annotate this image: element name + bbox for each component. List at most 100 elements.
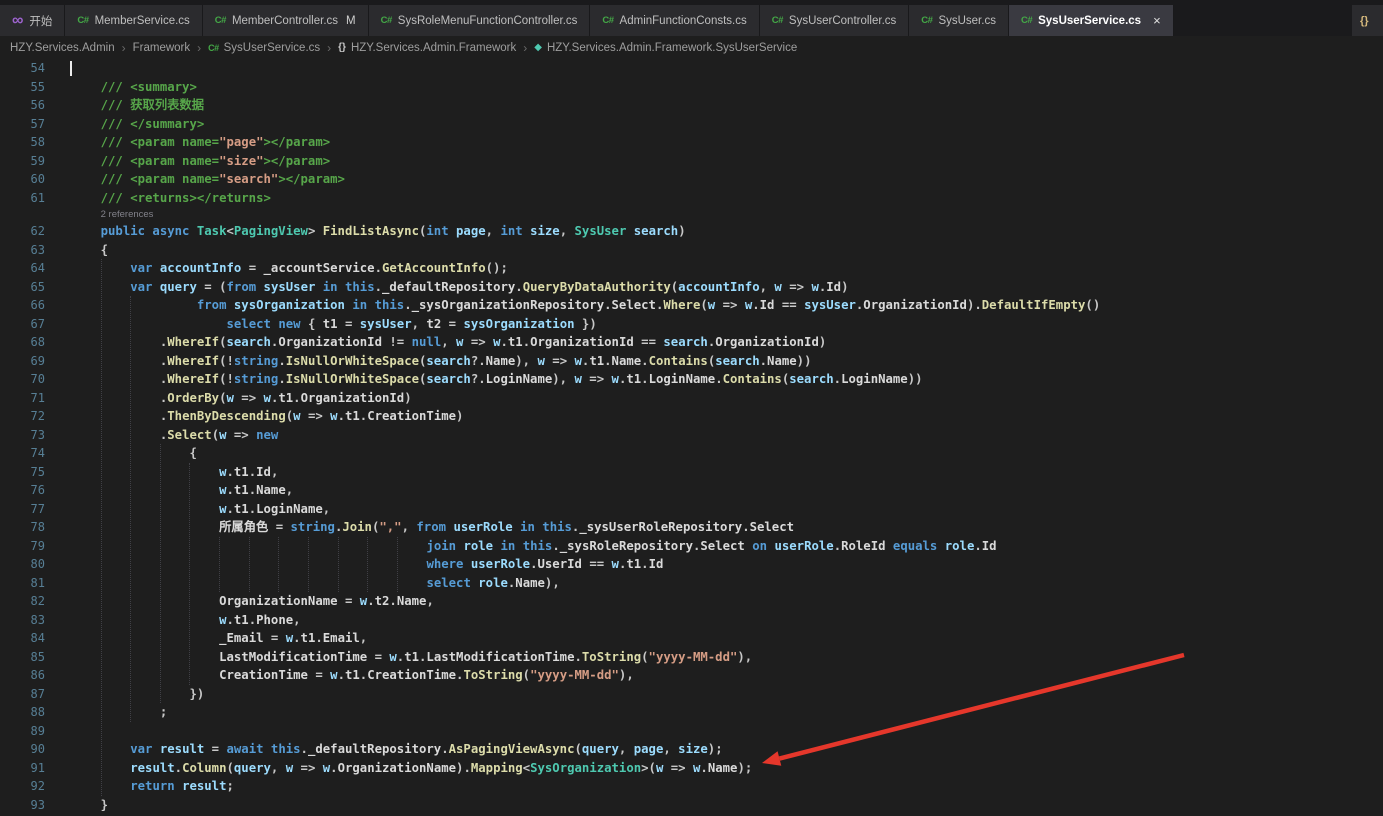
code-line-69[interactable]: .WhereIf(!string.IsNullOrWhiteSpace(sear…	[62, 352, 1383, 371]
line-number[interactable]: 67	[0, 315, 62, 334]
line-number[interactable]: 77	[0, 500, 62, 519]
line-number[interactable]: 88	[0, 703, 62, 722]
code-line-83[interactable]: w.t1.Phone,	[62, 611, 1383, 630]
code-line-68[interactable]: .WhereIf(search.OrganizationId != null, …	[62, 333, 1383, 352]
code-line-63[interactable]: {	[62, 241, 1383, 260]
code-line-56[interactable]: /// 获取列表数据	[62, 96, 1383, 115]
line-number[interactable]: 64	[0, 259, 62, 278]
code-line-74[interactable]: {	[62, 444, 1383, 463]
code-line-79[interactable]: join role in this._sysRoleRepository.Sel…	[62, 537, 1383, 556]
line-number[interactable]: 89	[0, 722, 62, 741]
tab-AdminFunctionConsts.cs[interactable]: C#AdminFunctionConsts.cs	[590, 5, 759, 36]
line-number[interactable]: 79	[0, 537, 62, 556]
tab-SysRoleMenuFunctionController.cs[interactable]: C#SysRoleMenuFunctionController.cs	[369, 5, 591, 36]
line-number-gutter[interactable]: 5455565758596061 626364656667686970717273…	[0, 59, 62, 816]
line-number[interactable]: 86	[0, 666, 62, 685]
code-line-87[interactable]: })	[62, 685, 1383, 704]
code-line-75[interactable]: w.t1.Id,	[62, 463, 1383, 482]
line-number[interactable]: 75	[0, 463, 62, 482]
line-number[interactable]: 59	[0, 152, 62, 171]
line-number[interactable]: 93	[0, 796, 62, 815]
code-line-81[interactable]: select role.Name),	[62, 574, 1383, 593]
line-number[interactable]: 57	[0, 115, 62, 134]
line-number[interactable]: 54	[0, 59, 62, 78]
code-line-66[interactable]: from sysOrganization in this._sysOrganiz…	[62, 296, 1383, 315]
code-line-67[interactable]: select new { t1 = sysUser, t2 = sysOrgan…	[62, 315, 1383, 334]
line-number[interactable]: 81	[0, 574, 62, 593]
code-line-77[interactable]: w.t1.LoginName,	[62, 500, 1383, 519]
line-number[interactable]: 61	[0, 189, 62, 208]
code-line-90[interactable]: var result = await this._defaultReposito…	[62, 740, 1383, 759]
code-line-91[interactable]: result.Column(query, w => w.Organization…	[62, 759, 1383, 778]
code-line-64[interactable]: var accountInfo = _accountService.GetAcc…	[62, 259, 1383, 278]
line-number[interactable]: 91	[0, 759, 62, 778]
line-number[interactable]: 74	[0, 444, 62, 463]
tab-SysUserService.cs[interactable]: C#SysUserService.cs×	[1009, 5, 1174, 36]
tab-MemberController.cs[interactable]: C#MemberController.csM	[203, 5, 369, 36]
line-number[interactable]: 72	[0, 407, 62, 426]
code-token: "page"	[219, 135, 263, 149]
line-number[interactable]: 83	[0, 611, 62, 630]
line-number[interactable]: 66	[0, 296, 62, 315]
line-number[interactable]: 78	[0, 518, 62, 537]
code-line-71[interactable]: .OrderBy(w => w.t1.OrganizationId)	[62, 389, 1383, 408]
code-line-72[interactable]: .ThenByDescending(w => w.t1.CreationTime…	[62, 407, 1383, 426]
code-line-86[interactable]: CreationTime = w.t1.CreationTime.ToStrin…	[62, 666, 1383, 685]
code-line-92[interactable]: return result;	[62, 777, 1383, 796]
line-number[interactable]: 69	[0, 352, 62, 371]
line-number[interactable]: 85	[0, 648, 62, 667]
code-line-61[interactable]: /// <returns></returns>	[62, 189, 1383, 208]
tab-开始[interactable]: ∞开始	[0, 5, 65, 36]
breadcrumb-item[interactable]: C#SysUserService.cs	[208, 42, 320, 54]
code-line-73[interactable]: .Select(w => new	[62, 426, 1383, 445]
code-line-93[interactable]: }	[62, 796, 1383, 815]
line-number[interactable]: 84	[0, 629, 62, 648]
code-line-59[interactable]: /// <param name="size"></param>	[62, 152, 1383, 171]
code-line-85[interactable]: LastModificationTime = w.t1.LastModifica…	[62, 648, 1383, 667]
code-pane[interactable]: /// <summary>/// 获取列表数据/// </summary>///…	[62, 59, 1383, 816]
code-editor[interactable]: 5455565758596061 626364656667686970717273…	[0, 59, 1383, 816]
tab-overflow[interactable]: {}	[1352, 5, 1383, 36]
line-number[interactable]: 65	[0, 278, 62, 297]
close-icon[interactable]: ×	[1153, 14, 1161, 27]
line-number[interactable]: 63	[0, 241, 62, 260]
line-number[interactable]: 70	[0, 370, 62, 389]
breadcrumb-item[interactable]: HZY.Services.Admin	[10, 42, 115, 54]
line-number[interactable]: 87	[0, 685, 62, 704]
line-number[interactable]: 62	[0, 222, 62, 241]
code-line-62[interactable]: public async Task<PagingView> FindListAs…	[62, 222, 1383, 241]
code-line-78[interactable]: 所属角色 = string.Join(",", from userRole in…	[62, 518, 1383, 537]
breadcrumb-item[interactable]: Framework	[133, 42, 191, 54]
code-line-58[interactable]: /// <param name="page"></param>	[62, 133, 1383, 152]
line-number[interactable]: 92	[0, 777, 62, 796]
line-number[interactable]: 73	[0, 426, 62, 445]
code-line-57[interactable]: /// </summary>	[62, 115, 1383, 134]
code-line-80[interactable]: where userRole.UserId == w.t1.Id	[62, 555, 1383, 574]
code-line-82[interactable]: OrganizationName = w.t2.Name,	[62, 592, 1383, 611]
code-line-70[interactable]: .WhereIf(!string.IsNullOrWhiteSpace(sear…	[62, 370, 1383, 389]
code-line-89[interactable]	[62, 722, 1383, 741]
breadcrumb-item[interactable]: {}HZY.Services.Admin.Framework	[338, 42, 516, 54]
line-number[interactable]: 60	[0, 170, 62, 189]
codelens-references[interactable]: 2 references	[62, 207, 1383, 222]
code-line-65[interactable]: var query = (from sysUser in this._defau…	[62, 278, 1383, 297]
tab-MemberService.cs[interactable]: C#MemberService.cs	[65, 5, 202, 36]
line-number[interactable]: 58	[0, 133, 62, 152]
code-line-84[interactable]: _Email = w.t1.Email,	[62, 629, 1383, 648]
code-line-60[interactable]: /// <param name="search"></param>	[62, 170, 1383, 189]
line-number[interactable]: 80	[0, 555, 62, 574]
line-number[interactable]: 90	[0, 740, 62, 759]
line-number[interactable]: 56	[0, 96, 62, 115]
code-line-55[interactable]: /// <summary>	[62, 78, 1383, 97]
tab-SysUserController.cs[interactable]: C#SysUserController.cs	[760, 5, 910, 36]
code-line-88[interactable]: ;	[62, 703, 1383, 722]
tab-SysUser.cs[interactable]: C#SysUser.cs	[909, 5, 1009, 36]
code-line-54[interactable]	[62, 59, 1383, 78]
line-number[interactable]: 68	[0, 333, 62, 352]
breadcrumb-item[interactable]: ◆HZY.Services.Admin.Framework.SysUserSer…	[534, 42, 797, 54]
line-number[interactable]: 76	[0, 481, 62, 500]
line-number[interactable]: 82	[0, 592, 62, 611]
line-number[interactable]: 55	[0, 78, 62, 97]
line-number[interactable]: 71	[0, 389, 62, 408]
code-line-76[interactable]: w.t1.Name,	[62, 481, 1383, 500]
